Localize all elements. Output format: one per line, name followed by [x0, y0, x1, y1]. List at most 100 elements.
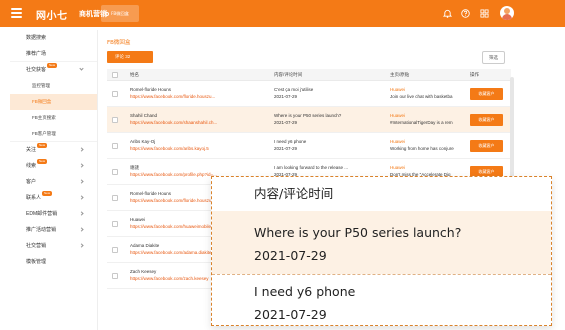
commenter-profile-link[interactable]: https://www.facebook.com/aribs.kayoj.5 [130, 145, 268, 152]
page-name-link[interactable]: Huawei [390, 138, 466, 145]
page-name-link[interactable]: Huawei [390, 112, 466, 119]
chevron-right-icon [79, 147, 84, 152]
sidebar-item[interactable]: 数据搜索 [10, 30, 97, 46]
tab-fb-inbox[interactable]: FB微回盒 [101, 5, 139, 22]
table-row[interactable]: Romel-floride Houns https://www.facebook.… [107, 81, 511, 107]
zoom-comment-date: 2021-07-29 [254, 307, 327, 322]
avatar[interactable] [500, 6, 514, 20]
chevron-right-icon [79, 211, 84, 216]
save-customer-button[interactable]: 收藏客户 [470, 114, 503, 126]
comment-date: 2021-07-29 [274, 94, 298, 99]
sidebar-item[interactable]: 社交获客New [10, 62, 97, 78]
select-all-checkbox[interactable] [112, 72, 118, 78]
sidebar-item-label: 社交获客 [26, 67, 47, 73]
name-cell: Shahil Chand https://www.facebook.com/sha… [130, 112, 268, 126]
sidebar-item[interactable]: 联系人New [10, 190, 97, 206]
row-checkbox[interactable] [112, 221, 118, 227]
grid-icon[interactable] [480, 9, 489, 18]
row-checkbox[interactable] [112, 169, 118, 175]
chevron-right-icon [79, 195, 84, 200]
sidebar-item[interactable]: FB微回盒 [10, 94, 97, 110]
row-checkbox[interactable] [112, 117, 118, 123]
table-header: 姓名 内容/评论时间 主页/原贴 操作 [107, 69, 511, 81]
sidebar-item-label: 监控管理 [32, 83, 50, 88]
sidebar-item-label: 客户 [26, 179, 37, 185]
page-cell: Huawei Working from home has conjure [390, 138, 466, 152]
content-cell: I need y6 phone 2021-07-29 [274, 138, 384, 152]
chevron-down-icon [79, 66, 84, 71]
sidebar-item-label: 关注 [26, 147, 37, 153]
sidebar-item-label: FB微回盒 [32, 99, 52, 104]
comment-text: C'est ça moi j'utilise [274, 87, 314, 92]
sidebar-item-label: 推荐广场 [26, 51, 47, 57]
original-post-text: Join our live chat with basketba [390, 94, 453, 99]
page-name-link[interactable]: Huawei [390, 86, 466, 93]
row-checkbox[interactable] [112, 273, 118, 279]
table-row[interactable]: Shahil Chand https://www.facebook.com/sha… [107, 107, 511, 133]
sidebar-menu: 数据搜索 推荐广场 社交获客New 监控管理 FB微回盒 FB主页搜索 FB客户管理 关注Ne… [10, 30, 97, 270]
zoom-row-highlighted: Where is your P50 series launch? 2021-07… [212, 211, 551, 274]
chevron-right-icon [79, 179, 84, 184]
new-badge: New [42, 191, 53, 196]
page-cell: Huawei Join our live chat with basketba [390, 86, 466, 100]
new-badge: New [37, 143, 48, 148]
sidebar-item[interactable]: 线索New [10, 158, 97, 174]
row-checkbox[interactable] [112, 143, 118, 149]
new-badge: New [47, 63, 58, 68]
page-title: FB微回盒 [107, 40, 131, 46]
comment-text: I need y6 phone [274, 139, 307, 144]
zoom-row: I need y6 phone 2021-07-29 [212, 275, 551, 325]
name-cell: Aribs Kay-Oj https://www.facebook.com/ari… [130, 138, 268, 152]
comment-date: 2021-07-29 [274, 146, 298, 151]
column-header-operation: 操作 [470, 72, 479, 77]
column-header-user: 主页/原贴 [390, 72, 410, 77]
sidebar-item[interactable]: FB客户管理 [10, 126, 97, 142]
commenter-name: Romel-floride Houns [130, 87, 172, 92]
commenter-name: Shahil Chand [130, 113, 158, 118]
sidebar: 数据搜索 推荐广场 社交获客New 监控管理 FB微回盒 FB主页搜索 FB客户管理 关注Ne… [10, 30, 98, 330]
zoom-comment-text: Where is your P50 series launch? [254, 225, 462, 240]
sidebar-item-label: 线索 [26, 163, 37, 169]
commenter-name: Aribs Kay-Oj [130, 139, 156, 144]
zoom-comment-text: I need y6 phone [254, 284, 356, 299]
help-icon[interactable] [461, 9, 470, 18]
sidebar-item[interactable]: 推广活动营销 [10, 222, 97, 238]
zoom-column-header: 内容/评论时间 [212, 177, 551, 211]
sidebar-item[interactable]: 社交营销 [10, 238, 97, 254]
comment-text: Where is your P50 series launch? [274, 113, 342, 118]
sidebar-item[interactable]: 客户 [10, 174, 97, 190]
sidebar-item[interactable]: 关注New [10, 142, 97, 158]
row-checkbox[interactable] [112, 247, 118, 253]
save-customer-button[interactable]: 收藏客户 [470, 140, 503, 152]
sidebar-item[interactable]: FB主页搜索 [10, 110, 97, 126]
menu-icon[interactable] [11, 8, 22, 18]
page-cell: Huawei #InternationalTigerDay is a rem [390, 112, 466, 126]
sidebar-item-label: FB客户管理 [32, 131, 56, 136]
bell-icon[interactable] [443, 9, 452, 18]
sidebar-item-label: FB主页搜索 [32, 115, 56, 120]
comment-count-button[interactable]: 评论 32 [107, 51, 153, 63]
content-cell: Where is your P50 series launch? 2021-07-… [274, 112, 384, 126]
tab-dot-icon [105, 11, 109, 16]
tab-label: FB微回盒 [111, 11, 129, 16]
sidebar-item-label: 推广活动营销 [26, 227, 57, 233]
sidebar-item-label: 数据搜索 [26, 35, 47, 41]
filter-button[interactable]: 筛选 [482, 51, 505, 64]
page-name-link[interactable]: Huawei [390, 164, 466, 171]
chevron-right-icon [79, 163, 84, 168]
sidebar-item[interactable]: 模板管理 [10, 254, 97, 270]
zoom-callout: 内容/评论时间 Where is your P50 series launch?… [211, 176, 552, 326]
sidebar-item[interactable]: 监控管理 [10, 78, 97, 94]
commenter-profile-link[interactable]: https://www.facebook.com/shaanshahil.ch.… [130, 119, 268, 126]
sidebar-item-label: 模板管理 [26, 259, 47, 265]
row-checkbox[interactable] [112, 195, 118, 201]
sidebar-item[interactable]: EDM邮件营销 [10, 206, 97, 222]
top-bar: 网小七 商机营销 FB微回盒 [0, 0, 565, 27]
row-checkbox[interactable] [112, 91, 118, 97]
commenter-profile-link[interactable]: https://www.facebook.com/floride.houszu.… [130, 93, 268, 100]
table-row[interactable]: Aribs Kay-Oj https://www.facebook.com/ari… [107, 133, 511, 159]
save-customer-button[interactable]: 收藏客户 [470, 88, 503, 100]
sidebar-item[interactable]: 推荐广场 [10, 46, 97, 62]
original-post-text: Working from home has conjure [390, 146, 454, 151]
comment-date: 2021-07-29 [274, 120, 298, 125]
